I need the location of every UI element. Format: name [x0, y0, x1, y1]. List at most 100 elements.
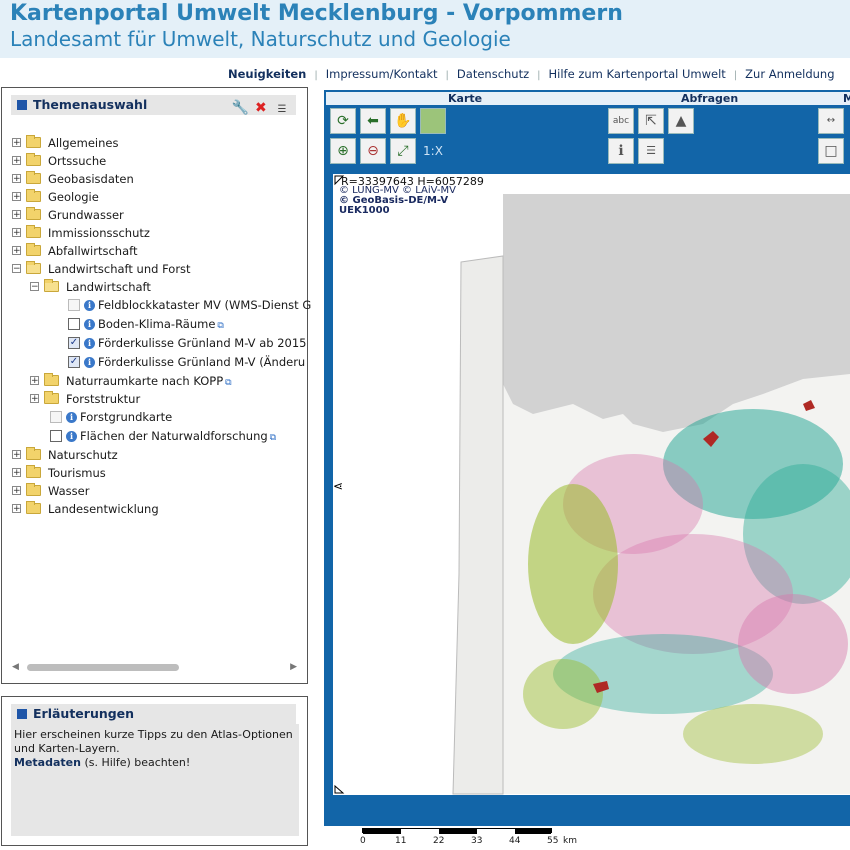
- open-folder-icon: [44, 279, 59, 292]
- nav-login[interactable]: Zur Anmeldung: [745, 67, 834, 81]
- zoom-out-button[interactable]: ⊖: [360, 138, 386, 164]
- expand-icon[interactable]: +: [12, 156, 21, 166]
- layer-feldblockkataster[interactable]: i Feldblockkataster MV (WMS-Dienst G: [12, 296, 311, 315]
- themes-panel: Themenauswahl 🔧 ✖ ☰ + Allgemeines + Orts…: [1, 87, 311, 684]
- tree-item-wasser[interactable]: + Wasser: [12, 482, 302, 500]
- themes-panel-header: Themenauswahl 🔧 ✖ ☰: [11, 95, 296, 118]
- pan-west-icon[interactable]: ⋖: [333, 479, 343, 493]
- measure-distance-button[interactable]: ↔: [818, 108, 844, 134]
- nav-imprint[interactable]: Impressum/Kontakt: [326, 67, 438, 81]
- select-query-button[interactable]: ⇱: [638, 108, 664, 134]
- scrollbar-thumb[interactable]: [27, 664, 179, 671]
- tree-item-grundwasser[interactable]: + Grundwasser: [12, 206, 302, 224]
- nav-help[interactable]: Hilfe zum Kartenportal Umwelt: [549, 67, 726, 81]
- layer-naturwaldforschung[interactable]: i Flächen der Naturwaldforschung ⧉: [12, 427, 302, 446]
- expand-icon[interactable]: +: [12, 468, 21, 478]
- tree-item-immissionsschutz[interactable]: + Immissionsschutz: [12, 224, 302, 242]
- tree-item-landwirtschaft[interactable]: − Landwirtschaft: [12, 278, 302, 296]
- nav-news[interactable]: Neuigkeiten: [228, 67, 306, 81]
- info-icon[interactable]: i: [84, 300, 95, 311]
- tree-item-naturraumkarte[interactable]: + Naturraumkarte nach KOPP ⧉: [12, 372, 302, 390]
- map-canvas[interactable]: R=33397643 H=6057289 © LUNG-MV © LAiV-MV…: [333, 174, 850, 795]
- layer-checkbox[interactable]: [50, 430, 62, 442]
- measure-area-button[interactable]: □: [818, 138, 844, 164]
- layer-checkbox-checked[interactable]: ✓: [68, 356, 80, 368]
- horizontal-scrollbar[interactable]: ◀ ▶: [12, 662, 299, 674]
- scroll-right-icon[interactable]: ▶: [290, 662, 297, 672]
- expand-icon[interactable]: +: [12, 138, 21, 148]
- scale-input-button[interactable]: 1:X: [420, 138, 446, 164]
- expand-icon[interactable]: +: [12, 192, 21, 202]
- folder-icon: [26, 243, 41, 256]
- wrench-icon[interactable]: 🔧: [232, 100, 249, 116]
- explanations-body: Hier erscheinen kurze Tipps zu den Atlas…: [11, 724, 299, 836]
- collapse-icon[interactable]: −: [30, 282, 39, 292]
- expand-icon[interactable]: +: [12, 486, 21, 496]
- tree-item-ortssuche[interactable]: + Ortssuche: [12, 152, 302, 170]
- scale-bar-graphic: [362, 828, 552, 834]
- tree-item-naturschutz[interactable]: + Naturschutz: [12, 446, 302, 464]
- expand-icon[interactable]: +: [30, 394, 39, 404]
- tree-item-geologie[interactable]: + Geologie: [12, 188, 302, 206]
- folder-icon: [26, 171, 41, 184]
- tree-options-icon[interactable]: ☰: [274, 102, 290, 118]
- list-query-button[interactable]: ☰: [638, 138, 664, 164]
- tree-item-tourismus[interactable]: + Tourismus: [12, 464, 302, 482]
- explanations-text: Hier erscheinen kurze Tipps zu den Atlas…: [14, 728, 293, 755]
- scroll-left-icon[interactable]: ◀: [12, 662, 19, 672]
- refresh-button[interactable]: ⟳: [330, 108, 356, 134]
- layer-boden-klima-raeume[interactable]: i Boden-Klima-Räume ⧉: [12, 315, 302, 334]
- tab-karte[interactable]: Karte: [448, 92, 482, 105]
- external-link-icon[interactable]: ⧉: [270, 433, 276, 443]
- collapse-icon[interactable]: −: [12, 264, 21, 274]
- tree-item-landesentwicklung[interactable]: + Landesentwicklung: [12, 500, 302, 518]
- expand-icon[interactable]: +: [12, 210, 21, 220]
- expand-icon[interactable]: +: [12, 228, 21, 238]
- tree-item-landwirtschaft-forst[interactable]: − Landwirtschaft und Forst: [12, 260, 302, 278]
- top-nav: Neuigkeiten | Impressum/Kontakt | Datenschut…: [228, 67, 835, 81]
- expand-icon[interactable]: +: [12, 504, 21, 514]
- metadata-label[interactable]: Metadaten: [14, 756, 81, 769]
- layer-checkbox-checked[interactable]: ✓: [68, 337, 80, 349]
- layer-checkbox[interactable]: [68, 318, 80, 330]
- tree-item-abfallwirtschaft[interactable]: + Abfallwirtschaft: [12, 242, 302, 260]
- tree-item-forststruktur[interactable]: + Forststruktur: [12, 390, 302, 408]
- expand-icon[interactable]: +: [12, 450, 21, 460]
- layer-foerderkulisse-aenderung[interactable]: ✓ i Förderkulisse Grünland M-V (Änderu: [12, 353, 305, 372]
- back-button[interactable]: ⬅: [360, 108, 386, 134]
- info-query-button[interactable]: ℹ: [608, 138, 634, 164]
- theme-tree: + Allgemeines + Ortssuche + Geobasisdate…: [12, 134, 311, 518]
- zoom-extent-button[interactable]: ⤢: [390, 138, 416, 164]
- tab-more[interactable]: M: [843, 92, 850, 105]
- external-link-icon[interactable]: ⧉: [225, 378, 231, 388]
- info-icon[interactable]: i: [66, 431, 77, 442]
- nav-privacy[interactable]: Datenschutz: [457, 67, 529, 81]
- info-icon[interactable]: i: [84, 338, 95, 349]
- tree-item-geobasisdaten[interactable]: + Geobasisdaten: [12, 170, 302, 188]
- scale-label: 33: [471, 836, 483, 846]
- tab-abfragen[interactable]: Abfragen: [681, 92, 738, 105]
- layer-checkbox[interactable]: [68, 299, 80, 311]
- overview-map-button[interactable]: [420, 108, 446, 134]
- page-header: Kartenportal Umwelt Mecklenburg - Vorpom…: [0, 0, 850, 58]
- layer-forstgrundkarte[interactable]: i Forstgrundkarte: [12, 408, 302, 427]
- info-icon[interactable]: i: [84, 357, 95, 368]
- layer-checkbox[interactable]: [50, 411, 62, 423]
- folder-icon: [26, 225, 41, 238]
- polygon-query-button[interactable]: ▲: [668, 108, 694, 134]
- tree-item-allgemeines[interactable]: + Allgemeines: [12, 134, 302, 152]
- layer-foerderkulisse-2015[interactable]: ✓ i Förderkulisse Grünland M-V ab 2015: [12, 334, 306, 353]
- themes-panel-title: Themenauswahl: [33, 97, 148, 112]
- external-link-icon[interactable]: ⧉: [217, 321, 223, 331]
- close-icon[interactable]: ✖: [253, 100, 269, 116]
- folder-icon: [26, 207, 41, 220]
- expand-icon[interactable]: +: [12, 246, 21, 256]
- text-query-button[interactable]: abc: [608, 108, 634, 134]
- expand-icon[interactable]: +: [30, 376, 39, 386]
- info-icon[interactable]: i: [66, 412, 77, 423]
- expand-icon[interactable]: +: [12, 174, 21, 184]
- open-folder-icon: [26, 261, 41, 274]
- zoom-in-button[interactable]: ⊕: [330, 138, 356, 164]
- info-icon[interactable]: i: [84, 319, 95, 330]
- pan-hand-button[interactable]: ✋: [390, 108, 416, 134]
